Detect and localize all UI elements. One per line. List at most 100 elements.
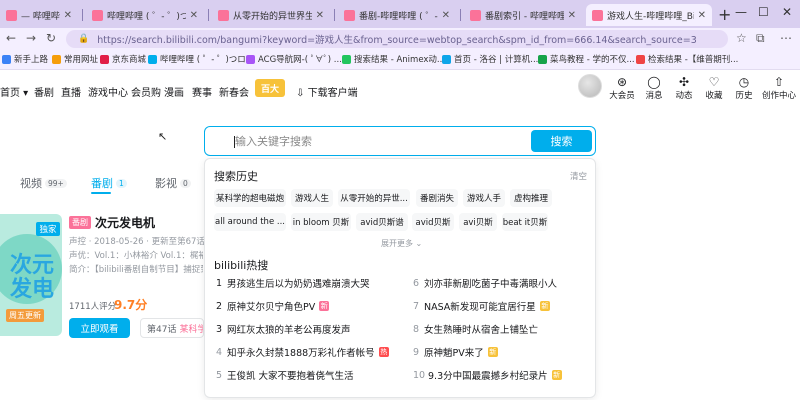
hot-search-item[interactable]: 7 NASA新发现可能宜居行星新 <box>413 299 550 313</box>
top100-badge[interactable]: 百大 <box>255 79 285 97</box>
address-bar[interactable]: 🔒 https://search.bilibili.com/bangumi?ke… <box>66 30 728 48</box>
browser-tab-strip: — 哔哩哔哩弹幕视 ✕ 哔哩哔哩 ( ゜- ゜)つロ 干杯 ✕ 从零开始的异世界… <box>0 0 800 28</box>
bilibili-favicon-icon <box>218 9 229 21</box>
history-chip[interactable]: all around the ... <box>214 213 286 231</box>
reload-icon[interactable]: ↻ <box>46 31 56 45</box>
new-badge: 新 <box>539 301 550 311</box>
hot-search-item[interactable]: 3 网红灰太狼的羊老公再度发声 <box>216 322 351 337</box>
history-chip[interactable]: avi贝斯 <box>459 213 497 231</box>
bookmark-item[interactable]: ACG导航网-( ﾟ∀ﾟ) ... <box>246 53 342 65</box>
bilibili-favicon-icon <box>470 9 481 21</box>
text-caret <box>234 136 235 148</box>
header-vip[interactable]: ⊛ 大会员 <box>608 75 636 101</box>
history-chip[interactable]: 游戏人手 <box>463 189 505 207</box>
nav-manga[interactable]: 漫画 <box>164 84 184 99</box>
nav-mall[interactable]: 会员购 <box>131 84 161 99</box>
hot-search-item[interactable]: 4 知乎永久封禁1888万彩礼作者帐号热 <box>216 345 389 359</box>
rating-count: 1711人评分 <box>69 302 117 312</box>
bookmark-item[interactable]: 新手上路 <box>2 53 48 65</box>
browser-tab[interactable]: 从零开始的异世界生活-哔哩 ✕ <box>212 4 330 26</box>
hot-search-item[interactable]: 10 9.3分中国最震撼乡村纪录片新 <box>413 368 562 382</box>
history-chip[interactable]: 游戏人生 <box>291 189 333 207</box>
browser-tab-active[interactable]: 游戏人生-哔哩哔哩_Bilibili ✕ <box>586 4 712 26</box>
clear-history-button[interactable]: 清空 <box>570 170 587 182</box>
extensions-icon[interactable]: ⧉ <box>756 31 765 46</box>
avatar[interactable] <box>578 74 602 98</box>
browser-tab[interactable]: 哔哩哔哩 ( ゜- ゜)つロ 干杯 ✕ <box>86 4 204 26</box>
result-description: 简介：【bilibili番剧自制节目】捕捉到一 <box>69 265 203 275</box>
hot-search-item[interactable]: 6 刘亦菲新剧吃菌子中毒满眼小人 <box>413 276 557 291</box>
bookmark-item[interactable]: 搜索结果 - Animex动... <box>342 53 445 65</box>
history-chip[interactable]: in bloom 贝斯 <box>291 213 351 231</box>
search-input[interactable] <box>211 131 529 151</box>
tab-title: 番剧-哔哩哔哩 ( ゜- ゜)つロ <box>359 11 438 22</box>
nav-live[interactable]: 直播 <box>61 84 81 99</box>
maximize-icon[interactable]: ☐ <box>758 5 769 19</box>
header-history[interactable]: ◷ 历史 <box>730 75 758 101</box>
nav-esports[interactable]: 赛事 <box>192 84 212 99</box>
browser-tab[interactable]: — 哔哩哔哩弹幕视 ✕ <box>0 4 78 26</box>
close-tab-icon[interactable]: ✕ <box>64 10 72 21</box>
hot-search-item[interactable]: 8 女生熟睡时从宿舍上铺坠亡 <box>413 322 538 337</box>
menu-icon[interactable]: ⋯ <box>780 31 792 45</box>
bookmark-item[interactable]: 京东商城 <box>100 53 146 65</box>
header-message[interactable]: ◯ 消息 <box>640 75 668 101</box>
result-title[interactable]: 次元发电机 <box>95 214 155 231</box>
close-tab-icon[interactable]: ✕ <box>190 10 198 21</box>
history-chip[interactable]: 番剧消失 <box>416 189 458 207</box>
favorite-icon: ♡ <box>708 75 720 89</box>
forward-icon[interactable]: → <box>26 31 36 45</box>
bilibili-favicon-icon <box>592 9 603 21</box>
close-window-icon[interactable]: ✕ <box>782 5 792 19</box>
tab-bangumi[interactable]: 番剧 1 <box>91 175 127 191</box>
new-badge: 新 <box>551 370 562 380</box>
watch-now-button[interactable]: 立即观看 <box>69 318 130 338</box>
header-dynamic[interactable]: ✣ 动态 <box>670 75 698 101</box>
browser-tab[interactable]: 番剧-哔哩哔哩 ( ゜- ゜)つロ ✕ <box>338 4 456 26</box>
back-icon[interactable]: ← <box>6 31 16 45</box>
header-favorite[interactable]: ♡ 收藏 <box>700 75 728 101</box>
history-chip[interactable]: avid贝斯谱 <box>356 213 408 231</box>
episode-button[interactable]: 第47话某科学的 <box>140 318 204 338</box>
bookmark-item[interactable]: 常用网址 <box>52 53 98 65</box>
close-tab-icon[interactable]: ✕ <box>698 10 706 21</box>
tab-title: 游戏人生-哔哩哔哩_Bilibili <box>607 11 694 22</box>
history-chip[interactable]: 某科学的超电磁炮 <box>214 189 286 207</box>
close-tab-icon[interactable]: ✕ <box>568 10 576 21</box>
bookmark-item[interactable]: 首页 - 洛谷 | 计算机... <box>442 53 538 65</box>
bookmark-item[interactable]: 哔哩哔哩 ( ゜- ゜)つロ... <box>148 53 254 65</box>
expand-more-button[interactable]: 展开更多 ⌄ <box>381 238 422 249</box>
tab-film[interactable]: 影视 0 <box>155 175 191 191</box>
close-tab-icon[interactable]: ✕ <box>442 10 450 21</box>
bilibili-favicon-icon <box>92 9 103 21</box>
nav-game-center[interactable]: 游戏中心 <box>88 84 128 99</box>
new-badge: 新 <box>319 301 330 311</box>
nav-bangumi[interactable]: 番剧 <box>34 84 54 99</box>
close-tab-icon[interactable]: ✕ <box>316 10 324 21</box>
upload-icon: ⇧ <box>773 75 785 89</box>
hot-search-item[interactable]: 1 男孩逃生后以为奶奶遇难崩溃大哭 <box>216 276 370 291</box>
tab-title: 哔哩哔哩 ( ゜- ゜)つロ 干杯 <box>107 11 186 22</box>
hot-search-item[interactable]: 9 原神魈PV来了新 <box>413 345 498 359</box>
bookmark-item[interactable]: 检索结果 -【维普期刊... <box>636 53 738 65</box>
history-chip[interactable]: 从零开始的异世... <box>338 189 410 207</box>
history-chip[interactable]: 虚构推理 <box>510 189 552 207</box>
star-bookmark-icon[interactable]: ☆ <box>736 31 747 45</box>
history-chip[interactable]: avid贝斯 <box>412 213 454 231</box>
hot-search-item[interactable]: 5 王俊凯 大家不要抱着侥气生活 <box>216 368 354 383</box>
hot-search-item[interactable]: 2 原神艾尔贝宁角色PV 新 <box>216 299 330 313</box>
minimize-icon[interactable]: — <box>735 5 747 19</box>
rating-score: 9.7分 <box>114 298 148 312</box>
tab-video[interactable]: 视频 99+ <box>20 175 67 191</box>
download-client-link[interactable]: ⇩ 下载客户端 <box>296 84 358 99</box>
search-button[interactable]: 搜索 <box>531 130 592 152</box>
lock-icon: 🔒 <box>78 34 90 44</box>
active-tab-indicator <box>91 192 111 194</box>
browser-tab[interactable]: 番剧索引 - 哔哩哔哩 ( ゜- ゜ ✕ <box>464 4 582 26</box>
new-tab-button[interactable]: + <box>718 5 731 24</box>
header-creator[interactable]: ⇧ 创作中心 <box>762 75 796 101</box>
history-chip[interactable]: beat it贝斯 <box>502 213 548 231</box>
nav-new-year[interactable]: 新春会 <box>219 84 249 99</box>
nav-home[interactable]: 首页 ▾ <box>0 84 28 99</box>
bookmark-item[interactable]: 菜鸟教程 - 学的不仅... <box>538 53 635 65</box>
